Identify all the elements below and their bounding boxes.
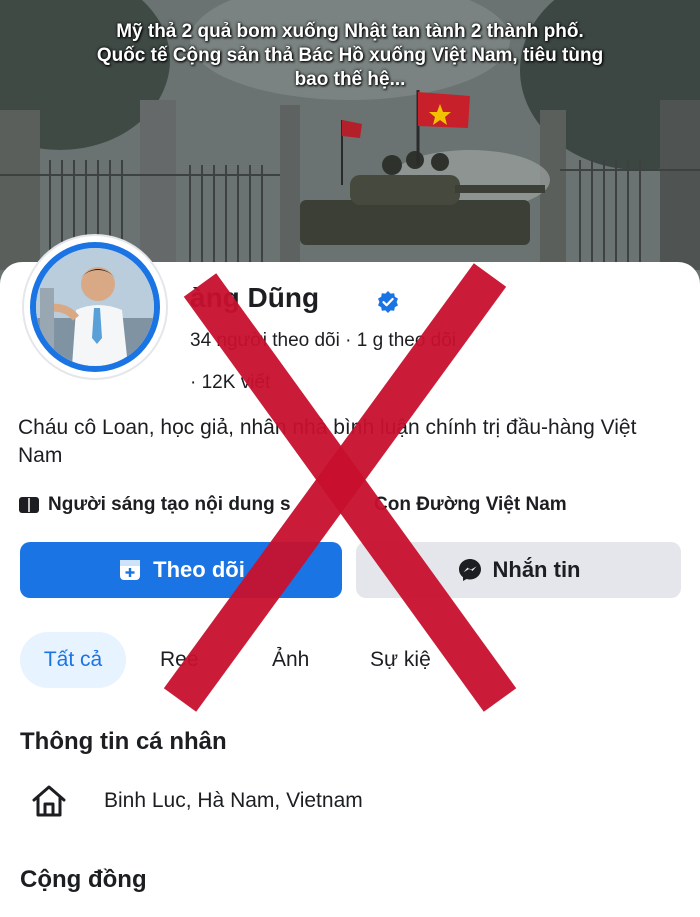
home-icon: [32, 785, 66, 817]
profile-bio: Cháu cô Loan, học giả, nhân nhà bình luậ…: [18, 416, 637, 467]
community-title: Cộng đồng: [20, 866, 147, 893]
tab-photos[interactable]: Ảnh: [272, 632, 309, 688]
profile-name: àng Dũng: [190, 282, 320, 313]
cover-caption-line-2: Quốc tế Cộng sản thả Bác Hồ xuống Việt N…: [96, 45, 604, 66]
messenger-icon: [458, 559, 481, 581]
profile-avatar[interactable]: [24, 236, 166, 378]
tab-reels[interactable]: Ree: [160, 632, 199, 688]
follow-plus-icon: [120, 560, 141, 580]
book-icon: [19, 497, 39, 513]
posts-stats: · 12K viết: [190, 372, 271, 393]
cover-caption-line-1: Mỹ thả 2 quả bom xuống Nhật tan tành 2 t…: [116, 21, 584, 42]
cover-caption-line-3: bao thế hệ...: [294, 69, 406, 90]
avatar-photo: [30, 242, 160, 372]
location-row: Binh Luc, Hà Nam, Vietnam: [30, 782, 363, 820]
location-text: Binh Luc, Hà Nam, Vietnam: [104, 789, 363, 812]
follow-button[interactable]: Theo dõi: [20, 542, 342, 598]
personal-info-title: Thông tin cá nhân: [20, 728, 227, 755]
cover-caption: Mỹ thả 2 quả bom xuống Nhật tan tành 2 t…: [40, 20, 660, 92]
tab-events[interactable]: Sự kiệ: [370, 632, 431, 688]
verified-badge-icon: [378, 291, 398, 313]
followers-stats[interactable]: 34 người theo dõi · 1 g theo dõi: [190, 330, 456, 352]
creator-page-link[interactable]: Con Đường Việt Nam: [374, 494, 567, 516]
creator-category: Người sáng tạo nội dung s: [18, 494, 291, 516]
avatar-image: [36, 248, 154, 366]
follow-button-label: Theo dõi: [153, 557, 245, 582]
message-button-label: Nhắn tin: [492, 557, 581, 582]
creator-category-label: Người sáng tạo nội dung s: [48, 494, 291, 515]
message-button[interactable]: Nhắn tin: [356, 542, 681, 598]
tab-all[interactable]: Tất cả: [20, 632, 126, 688]
